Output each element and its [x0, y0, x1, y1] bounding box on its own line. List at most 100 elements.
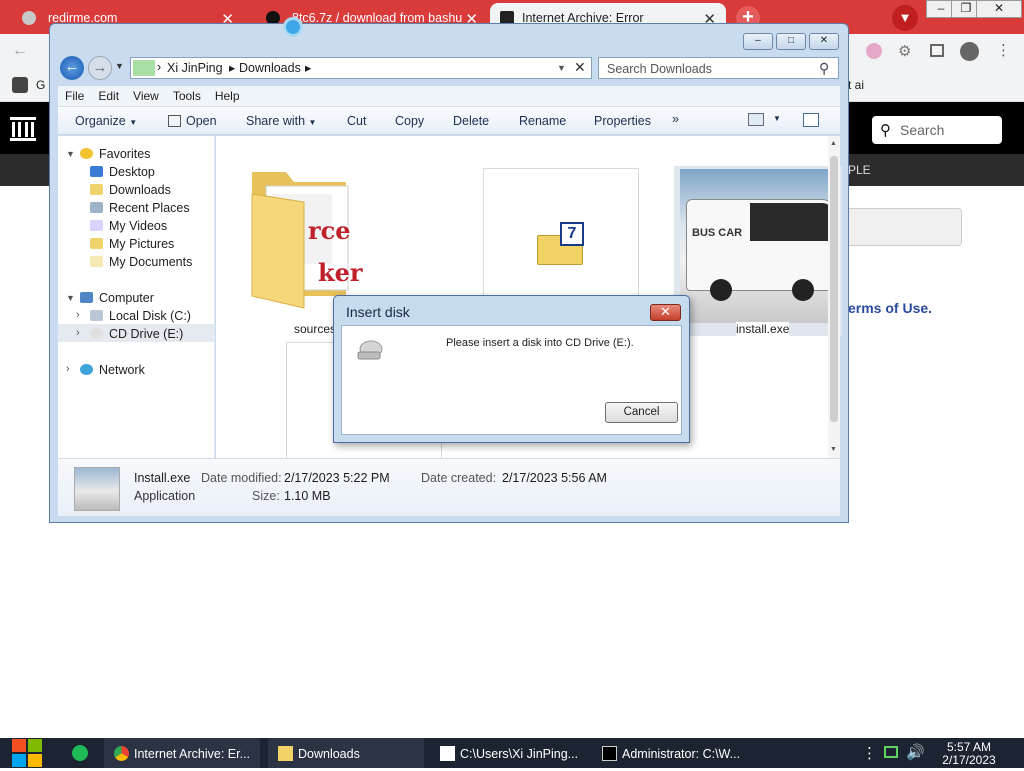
network-status-icon[interactable] [884, 746, 898, 758]
menu-view[interactable]: View [126, 86, 166, 103]
forward-button[interactable]: → [88, 56, 112, 80]
clear-address-icon[interactable]: ✕ [574, 59, 586, 76]
star-icon [80, 148, 93, 159]
dialog-message: Please insert a disk into CD Drive (E:). [446, 337, 634, 349]
more-menu-icon[interactable]: ⋮ [996, 41, 1011, 59]
tab-search-chevron-icon[interactable]: ▼ [892, 5, 918, 31]
taskbar-item-browser[interactable]: Internet Archive: Er... [104, 738, 260, 768]
nav-desktop[interactable]: Desktop [90, 165, 155, 179]
delete-button[interactable]: Delete [453, 114, 489, 128]
profile-avatar-icon[interactable] [960, 42, 979, 61]
recent-pages-chevron-icon[interactable]: ▼ [115, 61, 124, 71]
expand-arrow-icon[interactable]: › [66, 363, 70, 375]
detail-file-name: Install.exe [134, 471, 191, 485]
close-icon[interactable]: ✕ [976, 0, 1022, 18]
file-name-sources[interactable]: sources [294, 322, 336, 336]
bookmark-label[interactable]: G [36, 78, 45, 92]
menu-tools[interactable]: Tools [166, 86, 208, 103]
scrollbar-thumb[interactable] [830, 156, 838, 422]
nav-recent-places[interactable]: Recent Places [90, 201, 190, 215]
cancel-button[interactable]: Cancel [605, 402, 678, 423]
expand-chevron-icon[interactable]: ▼ [66, 293, 75, 303]
taskbar-item-downloads[interactable]: Downloads [268, 738, 424, 768]
chevron-down-icon[interactable]: ▼ [773, 114, 781, 123]
details-pane: Install.exe Application Date modified: 2… [58, 458, 840, 516]
app-pinned-icon[interactable] [72, 745, 88, 761]
share-with-button[interactable]: Share with ▼ [246, 114, 316, 128]
clock-date[interactable]: 2/17/2023 [936, 753, 1002, 767]
ia-input-box[interactable] [848, 208, 962, 246]
nav-cd-drive[interactable]: CD Drive (E:) [90, 327, 183, 341]
menu-edit[interactable]: Edit [91, 86, 126, 103]
open-button[interactable]: Open [168, 114, 217, 128]
close-icon[interactable]: ✕ [809, 33, 839, 50]
clock-time[interactable]: 5:57 AM [936, 740, 1002, 754]
nav-label: My Documents [109, 255, 193, 269]
detail-date-modified-label: Date modified: [201, 471, 282, 485]
bookmark-label[interactable]: t ai [848, 78, 864, 92]
navigation-pane: ▼ Favorites Desktop Downloads Recent Pla… [58, 136, 215, 458]
change-view-icon[interactable] [748, 113, 764, 126]
expand-chevron-icon[interactable]: ▼ [66, 149, 75, 159]
nav-local-disk[interactable]: Local Disk (C:) [90, 309, 191, 323]
address-history-chevron-icon[interactable]: ▼ [557, 63, 566, 73]
more-commands-button[interactable]: » [672, 112, 679, 126]
copy-button[interactable]: Copy [395, 114, 424, 128]
nav-my-videos[interactable]: My Videos [90, 219, 167, 233]
nav-label: My Videos [109, 219, 168, 233]
organize-button[interactable]: Organize ▼ [75, 114, 137, 128]
back-button[interactable]: ← [60, 56, 84, 80]
maximize-icon[interactable]: □ [776, 33, 806, 50]
properties-button[interactable]: Properties [594, 114, 651, 128]
file-item-install-exe[interactable]: BUS CAR [674, 166, 842, 336]
nav-computer[interactable]: Computer [80, 291, 154, 305]
nav-my-pictures[interactable]: My Pictures [90, 237, 174, 251]
search-icon[interactable]: ⚲ [819, 60, 829, 77]
expand-arrow-icon[interactable]: › [76, 309, 80, 321]
explorer-window: – □ ✕ ← → ▼ › Xi JinPing ▸ Downloads ▸ ▼… [49, 23, 849, 523]
nav-fragment[interactable]: PLE [848, 163, 871, 177]
extension-icon[interactable] [866, 43, 882, 59]
address-bar[interactable]: › Xi JinPing ▸ Downloads ▸ ▼ ✕ [130, 57, 592, 79]
breadcrumb-downloads[interactable]: Downloads [239, 61, 301, 75]
terms-of-use-link[interactable]: erms of Use. [848, 300, 932, 316]
breadcrumb-user[interactable]: Xi JinPing [167, 61, 223, 75]
cut-button[interactable]: Cut [347, 114, 366, 128]
puzzle-icon[interactable]: ⚙ [898, 42, 911, 60]
back-arrow-icon[interactable]: ← [12, 42, 28, 60]
internet-archive-logo-icon[interactable] [8, 114, 38, 142]
close-icon[interactable]: ✕ [650, 304, 681, 321]
search-placeholder: Search Downloads [607, 62, 712, 76]
ia-search-field[interactable]: ⚲ Search [872, 116, 1002, 144]
search-downloads-input[interactable]: Search Downloads ⚲ [598, 57, 839, 79]
breadcrumb-separator: ▸ [229, 61, 236, 75]
file-name-install-exe[interactable]: install.exe [736, 322, 790, 336]
volume-icon[interactable]: 🔊 [906, 743, 925, 761]
scroll-down-icon[interactable]: ▼ [830, 446, 837, 453]
vertical-scrollbar[interactable]: ▲ ▼ [828, 136, 840, 458]
taskbar-item-cmd[interactable]: Administrator: C:\W... [594, 738, 750, 768]
taskbar-item-7zip[interactable]: C:\Users\Xi JinPing... [432, 738, 588, 768]
chevron-down-icon: ▼ [308, 118, 317, 127]
nav-label: Computer [99, 291, 154, 305]
rename-button[interactable]: Rename [519, 114, 566, 128]
preview-pane-icon[interactable] [803, 113, 819, 127]
scroll-up-icon[interactable]: ▲ [830, 140, 837, 147]
side-panel-icon[interactable] [930, 44, 944, 57]
start-button[interactable] [10, 738, 44, 768]
overflow-menu-icon[interactable]: ⋮ [862, 744, 877, 762]
bookmark-icon[interactable] [12, 77, 28, 93]
detail-file-type: Application [134, 489, 196, 503]
file-item-sources[interactable]: rce ker [246, 166, 372, 316]
nav-downloads[interactable]: Downloads [90, 183, 171, 197]
menu-help[interactable]: Help [208, 86, 247, 103]
nav-network[interactable]: Network [80, 363, 145, 377]
nav-favorites[interactable]: Favorites [80, 147, 150, 161]
expand-arrow-icon[interactable]: › [76, 327, 80, 339]
nav-my-documents[interactable]: My Documents [90, 255, 192, 269]
recent-places-icon [90, 202, 103, 213]
menu-file[interactable]: File [58, 86, 91, 103]
minimize-icon[interactable]: – [743, 33, 773, 50]
nav-label: Favorites [99, 147, 151, 161]
computer-icon [80, 292, 93, 303]
